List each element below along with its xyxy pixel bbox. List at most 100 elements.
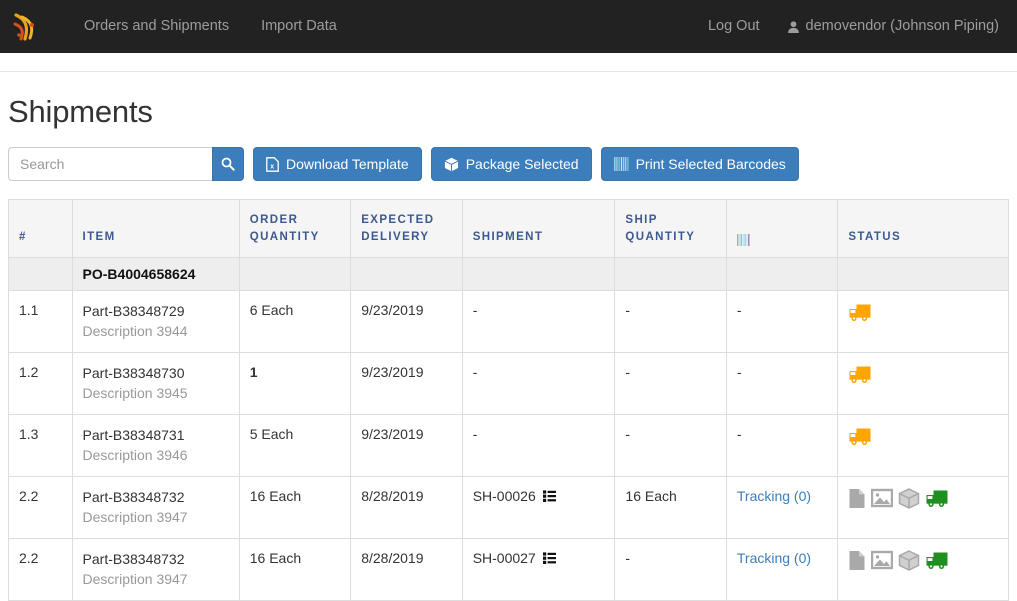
row-number-cell: 1.2 (8, 351, 73, 415)
list-icon[interactable] (542, 489, 556, 502)
row-shipment-cell: - (461, 413, 616, 477)
cube-icon[interactable] (898, 487, 920, 509)
col-header-item[interactable]: Item (71, 199, 240, 258)
row-expected-delivery-cell: 9/23/2019 (350, 351, 463, 415)
truck-pending-icon[interactable] (848, 302, 873, 322)
download-template-button[interactable]: x Download Template (253, 147, 422, 181)
tracking-link[interactable]: Tracking (0) (737, 488, 811, 504)
table-row[interactable]: 1.2 Part-B38348730 Description 3945 1 9/… (8, 351, 1009, 415)
brand-logo-link[interactable] (0, 0, 50, 53)
part-number[interactable]: Part-B38348731 (83, 426, 229, 445)
order-quantity-value: 1 (249, 363, 258, 380)
file-icon[interactable] (848, 550, 866, 571)
print-selected-barcodes-button[interactable]: Print Selected Barcodes (600, 147, 799, 181)
logout-link[interactable]: Log Out (693, 0, 775, 53)
part-description: Description 3947 (82, 508, 188, 525)
nav-import-data[interactable]: Import Data (245, 0, 353, 53)
col-header-order-quantity[interactable]: Order Quantity (238, 199, 352, 258)
image-icon[interactable] (871, 488, 894, 508)
col-header-barcode[interactable] (725, 199, 839, 258)
ship-quantity-value: - (625, 425, 631, 442)
barcode-value: - (736, 425, 742, 442)
truck-pending-icon[interactable] (848, 364, 873, 384)
row-barcode-cell: Tracking (0) (725, 475, 839, 539)
col-header-ship-quantity[interactable]: Ship Quantity (614, 199, 727, 258)
row-number-cell: 1.3 (8, 413, 73, 477)
package-selected-button[interactable]: Package Selected (430, 147, 592, 181)
row-ship-quantity-cell: 16 Each (614, 475, 727, 539)
table-row[interactable]: 2.2 Part-B38348732 Description 3947 16 E… (8, 537, 1009, 601)
search-icon (221, 157, 235, 171)
row-expected-delivery-cell: 8/28/2019 (350, 475, 463, 539)
row-ship-quantity-cell: - (614, 351, 727, 415)
po-number: PO-B4004658624 (82, 265, 196, 282)
row-item-cell: Part-B38348732 Description 3947 (71, 475, 240, 539)
user-menu[interactable]: demovendor (Johnson Piping) (775, 0, 1009, 53)
col-header-shipment[interactable]: Shipment (461, 199, 616, 258)
row-order-quantity-cell: 5 Each (238, 413, 352, 477)
part-number[interactable]: Part-B38348729 (83, 302, 229, 321)
col-header-number[interactable]: # (8, 199, 73, 258)
file-icon[interactable] (848, 488, 866, 509)
search-input[interactable] (8, 147, 212, 181)
table-row[interactable]: 1.3 Part-B38348731 Description 3946 5 Ea… (8, 413, 1009, 477)
po-group-label-cell: PO-B4004658624 (71, 256, 240, 291)
po-group-row: PO-B4004658624 (8, 256, 1009, 291)
row-ship-quantity-cell: - (614, 289, 727, 353)
row-item-cell: Part-B38348731 Description 3946 (71, 413, 240, 477)
order-quantity-value: 16 Each (249, 549, 302, 566)
row-number-cell: 1.1 (8, 289, 73, 353)
row-shipment-cell: - (461, 351, 616, 415)
shipment-value: - (472, 301, 478, 318)
list-icon[interactable] (542, 551, 556, 564)
image-icon[interactable] (871, 550, 894, 570)
shipments-table-wrap: # Item Order Quantity Expected Delivery … (8, 199, 1009, 601)
excel-file-icon: x (266, 156, 279, 172)
po-group-barcode-cell (725, 256, 839, 291)
shipment-value: - (472, 363, 478, 380)
shipments-table: # Item Order Quantity Expected Delivery … (8, 199, 1009, 601)
nav-orders-and-shipments[interactable]: Orders and Shipments (68, 0, 245, 53)
row-order-quantity-cell: 1 (238, 351, 352, 415)
po-group-shipment-cell (461, 256, 616, 291)
navbar-right-links: Log Out demovendor (Johnson Piping) (693, 0, 1009, 53)
truck-shipped-icon[interactable] (925, 550, 950, 570)
row-order-quantity-cell: 6 Each (238, 289, 352, 353)
cube-icon[interactable] (898, 549, 920, 571)
search-group (8, 147, 244, 181)
svg-text:x: x (270, 163, 274, 170)
part-number[interactable]: Part-B38348730 (83, 364, 229, 383)
ship-quantity-value: 16 Each (625, 487, 677, 504)
expected-delivery-value: 8/28/2019 (361, 549, 424, 566)
tracking-link[interactable]: Tracking (0) (737, 550, 811, 566)
po-group-ship-quantity-cell (614, 256, 727, 291)
row-status-cell (837, 289, 1009, 353)
shipment-value: - (472, 425, 478, 442)
row-order-quantity-cell: 16 Each (238, 537, 352, 601)
shipment-id: SH-00027 (472, 549, 536, 566)
row-shipment-cell: SH-00027 (461, 537, 616, 601)
user-icon (787, 20, 800, 34)
table-row[interactable]: 2.2 Part-B38348732 Description 3947 16 E… (8, 475, 1009, 539)
navbar-underline (0, 53, 1017, 72)
table-header-row: # Item Order Quantity Expected Delivery … (8, 199, 1009, 258)
row-shipment-cell: SH-00026 (461, 475, 616, 539)
part-number[interactable]: Part-B38348732 (83, 488, 229, 507)
row-expected-delivery-cell: 9/23/2019 (350, 413, 463, 477)
truck-pending-icon[interactable] (848, 426, 873, 446)
row-item-cell: Part-B38348729 Description 3944 (71, 289, 240, 353)
search-button[interactable] (212, 147, 244, 181)
cube-icon (444, 157, 459, 172)
row-shipment-cell: - (461, 289, 616, 353)
status-icon-group (848, 364, 998, 384)
part-number[interactable]: Part-B38348732 (83, 550, 229, 569)
col-header-status[interactable]: Status (837, 199, 1009, 258)
row-barcode-cell: Tracking (0) (725, 537, 839, 601)
truck-shipped-icon[interactable] (925, 488, 950, 508)
row-status-cell (837, 537, 1009, 601)
row-ship-quantity-cell: - (614, 537, 727, 601)
col-header-expected-delivery[interactable]: Expected Delivery (350, 199, 463, 258)
table-body: PO-B4004658624 1.1 Part-B38348729 Descri… (8, 256, 1009, 601)
table-row[interactable]: 1.1 Part-B38348729 Description 3944 6 Ea… (8, 289, 1009, 353)
row-barcode-cell: - (725, 413, 839, 477)
